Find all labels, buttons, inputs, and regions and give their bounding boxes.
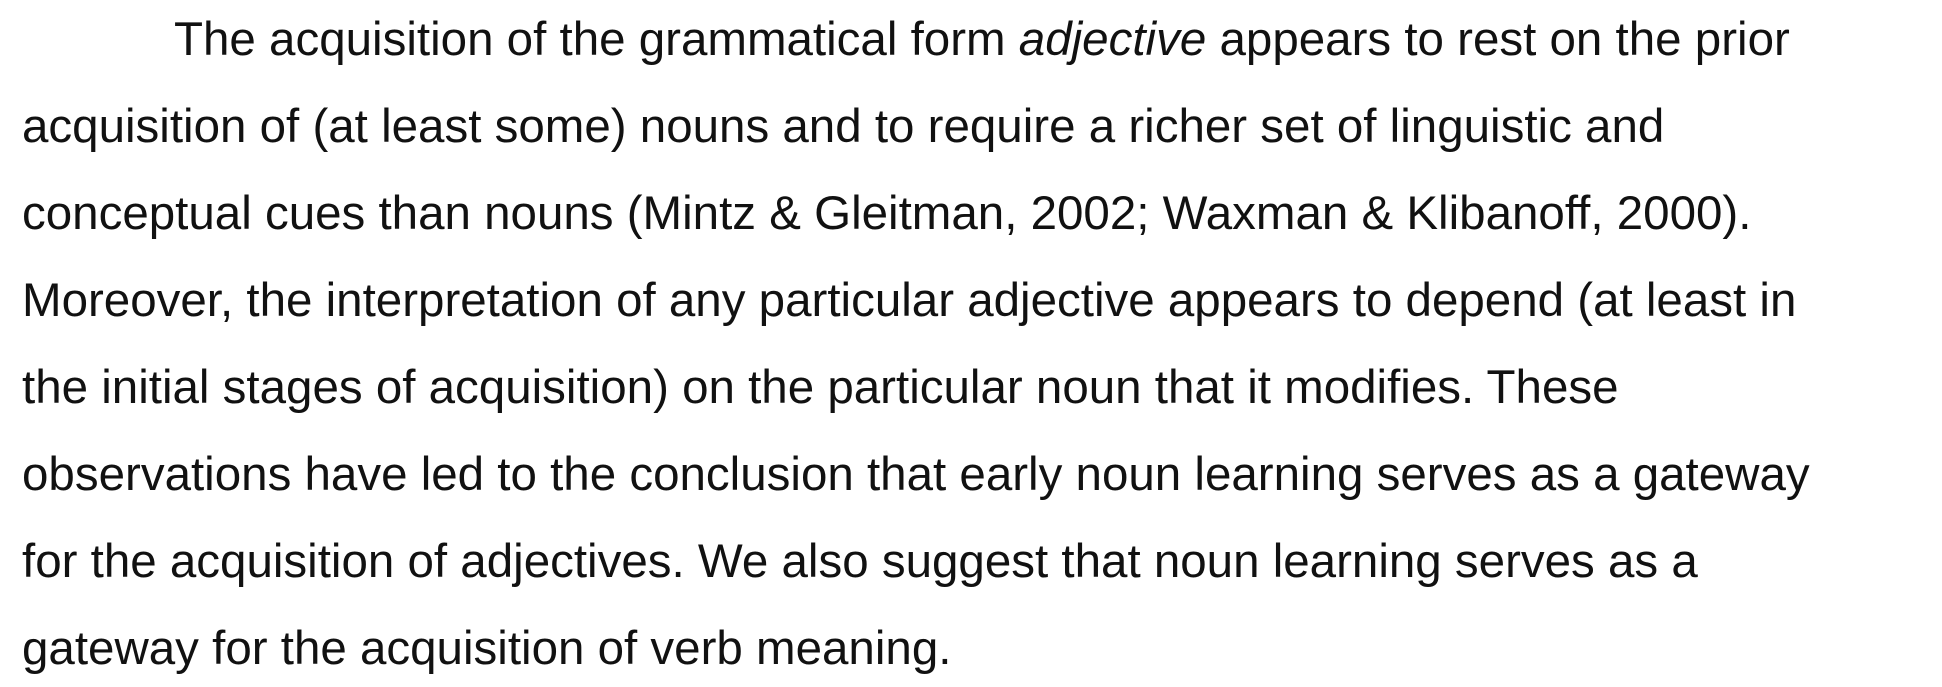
- paragraph-line-1: The acquisition of the grammatical form …: [174, 12, 1790, 68]
- paragraph-line-5: the initial stages of acquisition) on th…: [22, 361, 1619, 414]
- paragraph-line-3: conceptual cues than nouns (Mintz & Glei…: [22, 187, 1752, 240]
- document-page: The acquisition of the grammatical form …: [0, 0, 1942, 687]
- paragraph-line-4: Moreover, the interpretation of any part…: [22, 274, 1797, 327]
- paragraph-line-8: gateway for the acquisition of verb mean…: [22, 622, 952, 675]
- paragraph-line-2: acquisition of (at least some) nouns and…: [22, 100, 1665, 153]
- paragraph-line-6: observations have led to the conclusion …: [22, 448, 1810, 501]
- line-1-text-after: appears to rest on the prior: [1206, 13, 1790, 66]
- italic-term-adjective: adjective: [1018, 13, 1207, 66]
- paragraph-line-7: for the acquisition of adjectives. We al…: [22, 535, 1698, 588]
- line-1-text-before: The acquisition of the grammatical form: [174, 13, 1019, 66]
